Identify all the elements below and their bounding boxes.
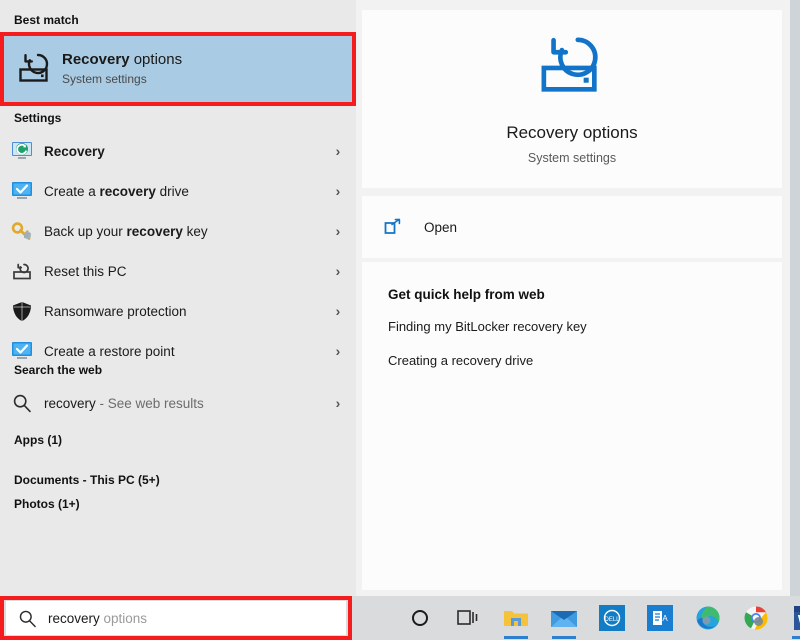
- settings-header: Settings: [0, 110, 356, 126]
- quick-help-section: Get quick help from web Finding my BitLo…: [362, 262, 782, 590]
- preview-pane: Recovery options System settings Open Ge…: [356, 0, 790, 596]
- chevron-right-icon[interactable]: ›: [320, 223, 356, 239]
- category-documents[interactable]: Documents - This PC (5+): [0, 472, 356, 488]
- recovery-options-icon: [535, 34, 609, 105]
- best-match-text: Recovery options System settings: [62, 50, 182, 88]
- open-action[interactable]: Open: [362, 196, 782, 258]
- screen: Best match Recovery options System setti…: [0, 0, 800, 640]
- desktop-edge-strip: [790, 0, 800, 596]
- mail-icon[interactable]: [540, 596, 588, 640]
- open-label: Open: [424, 220, 457, 235]
- search-icon: [0, 393, 44, 413]
- word-icon[interactable]: W: [780, 596, 800, 640]
- recovery-drive-icon: [0, 181, 44, 201]
- taskbar-icons: DELL A: [396, 596, 800, 640]
- settings-item-label: Ransomware protection: [44, 304, 320, 319]
- search-icon: [6, 609, 48, 628]
- search-web-label: recovery - See web results: [44, 396, 320, 411]
- quick-help-title: Get quick help from web: [362, 280, 782, 310]
- settings-item-label: Create a restore point: [44, 344, 320, 359]
- search-web-result[interactable]: recovery - See web results ›: [0, 384, 356, 422]
- preview-subtitle: System settings: [528, 151, 616, 165]
- search-input[interactable]: recovery options: [6, 601, 346, 635]
- shield-icon: [0, 301, 44, 322]
- settings-item-label: Back up your recovery key: [44, 224, 320, 239]
- chevron-right-icon[interactable]: ›: [320, 183, 356, 199]
- chrome-icon[interactable]: [732, 596, 780, 640]
- svg-text:DELL: DELL: [604, 617, 620, 623]
- running-indicator: [504, 636, 528, 639]
- settings-item-recovery[interactable]: Recovery ›: [0, 132, 356, 170]
- best-match-header: Best match: [0, 12, 356, 28]
- taskbar: recovery options: [0, 596, 800, 640]
- reset-pc-icon: [0, 261, 44, 281]
- dell-icon[interactable]: DELL: [588, 596, 636, 640]
- file-explorer-icon[interactable]: [492, 596, 540, 640]
- search-input-text: recovery options: [48, 611, 147, 626]
- settings-item-label: Recovery: [44, 144, 320, 159]
- search-results-flyout: Best match Recovery options System setti…: [0, 0, 790, 596]
- settings-item-create-recovery-drive[interactable]: Create a recovery drive ›: [0, 172, 356, 210]
- best-match-title: Recovery options: [62, 50, 182, 70]
- settings-item-back-up-recovery-key[interactable]: Back up your recovery key ›: [0, 212, 356, 250]
- settings-item-label: Reset this PC: [44, 264, 320, 279]
- recovery-control-panel-icon: [0, 141, 44, 161]
- preview-card: Recovery options System settings: [362, 10, 782, 188]
- chevron-right-icon[interactable]: ›: [320, 263, 356, 279]
- best-match-subtitle: System settings: [62, 70, 182, 88]
- app-icon[interactable]: A: [636, 596, 684, 640]
- settings-item-label: Create a recovery drive: [44, 184, 320, 199]
- chevron-right-icon[interactable]: ›: [320, 395, 356, 411]
- cortana-circle-icon[interactable]: [396, 596, 444, 640]
- svg-text:A: A: [662, 614, 668, 623]
- running-indicator: [792, 636, 800, 639]
- results-list-pane: Best match Recovery options System setti…: [0, 0, 356, 596]
- running-indicator: [552, 636, 576, 639]
- recovery-options-icon: [8, 52, 62, 86]
- settings-item-reset-this-pc[interactable]: Reset this PC ›: [0, 252, 356, 290]
- best-match-result-recovery-options[interactable]: Recovery options System settings: [2, 36, 354, 102]
- category-photos[interactable]: Photos (1+): [0, 496, 356, 512]
- task-view-icon[interactable]: [444, 596, 492, 640]
- edge-icon[interactable]: [684, 596, 732, 640]
- quick-help-link-recovery-drive[interactable]: Creating a recovery drive: [362, 344, 782, 378]
- settings-item-ransomware-protection[interactable]: Ransomware protection ›: [0, 292, 356, 330]
- restore-point-icon: [0, 341, 44, 361]
- chevron-right-icon[interactable]: ›: [320, 143, 356, 159]
- open-external-icon: [362, 218, 424, 236]
- bitlocker-key-icon: [0, 221, 44, 241]
- quick-help-link-bitlocker[interactable]: Finding my BitLocker recovery key: [362, 310, 782, 344]
- preview-title: Recovery options: [506, 123, 637, 143]
- search-web-header: Search the web: [0, 362, 356, 378]
- chevron-right-icon[interactable]: ›: [320, 343, 356, 359]
- category-apps[interactable]: Apps (1): [0, 432, 356, 448]
- chevron-right-icon[interactable]: ›: [320, 303, 356, 319]
